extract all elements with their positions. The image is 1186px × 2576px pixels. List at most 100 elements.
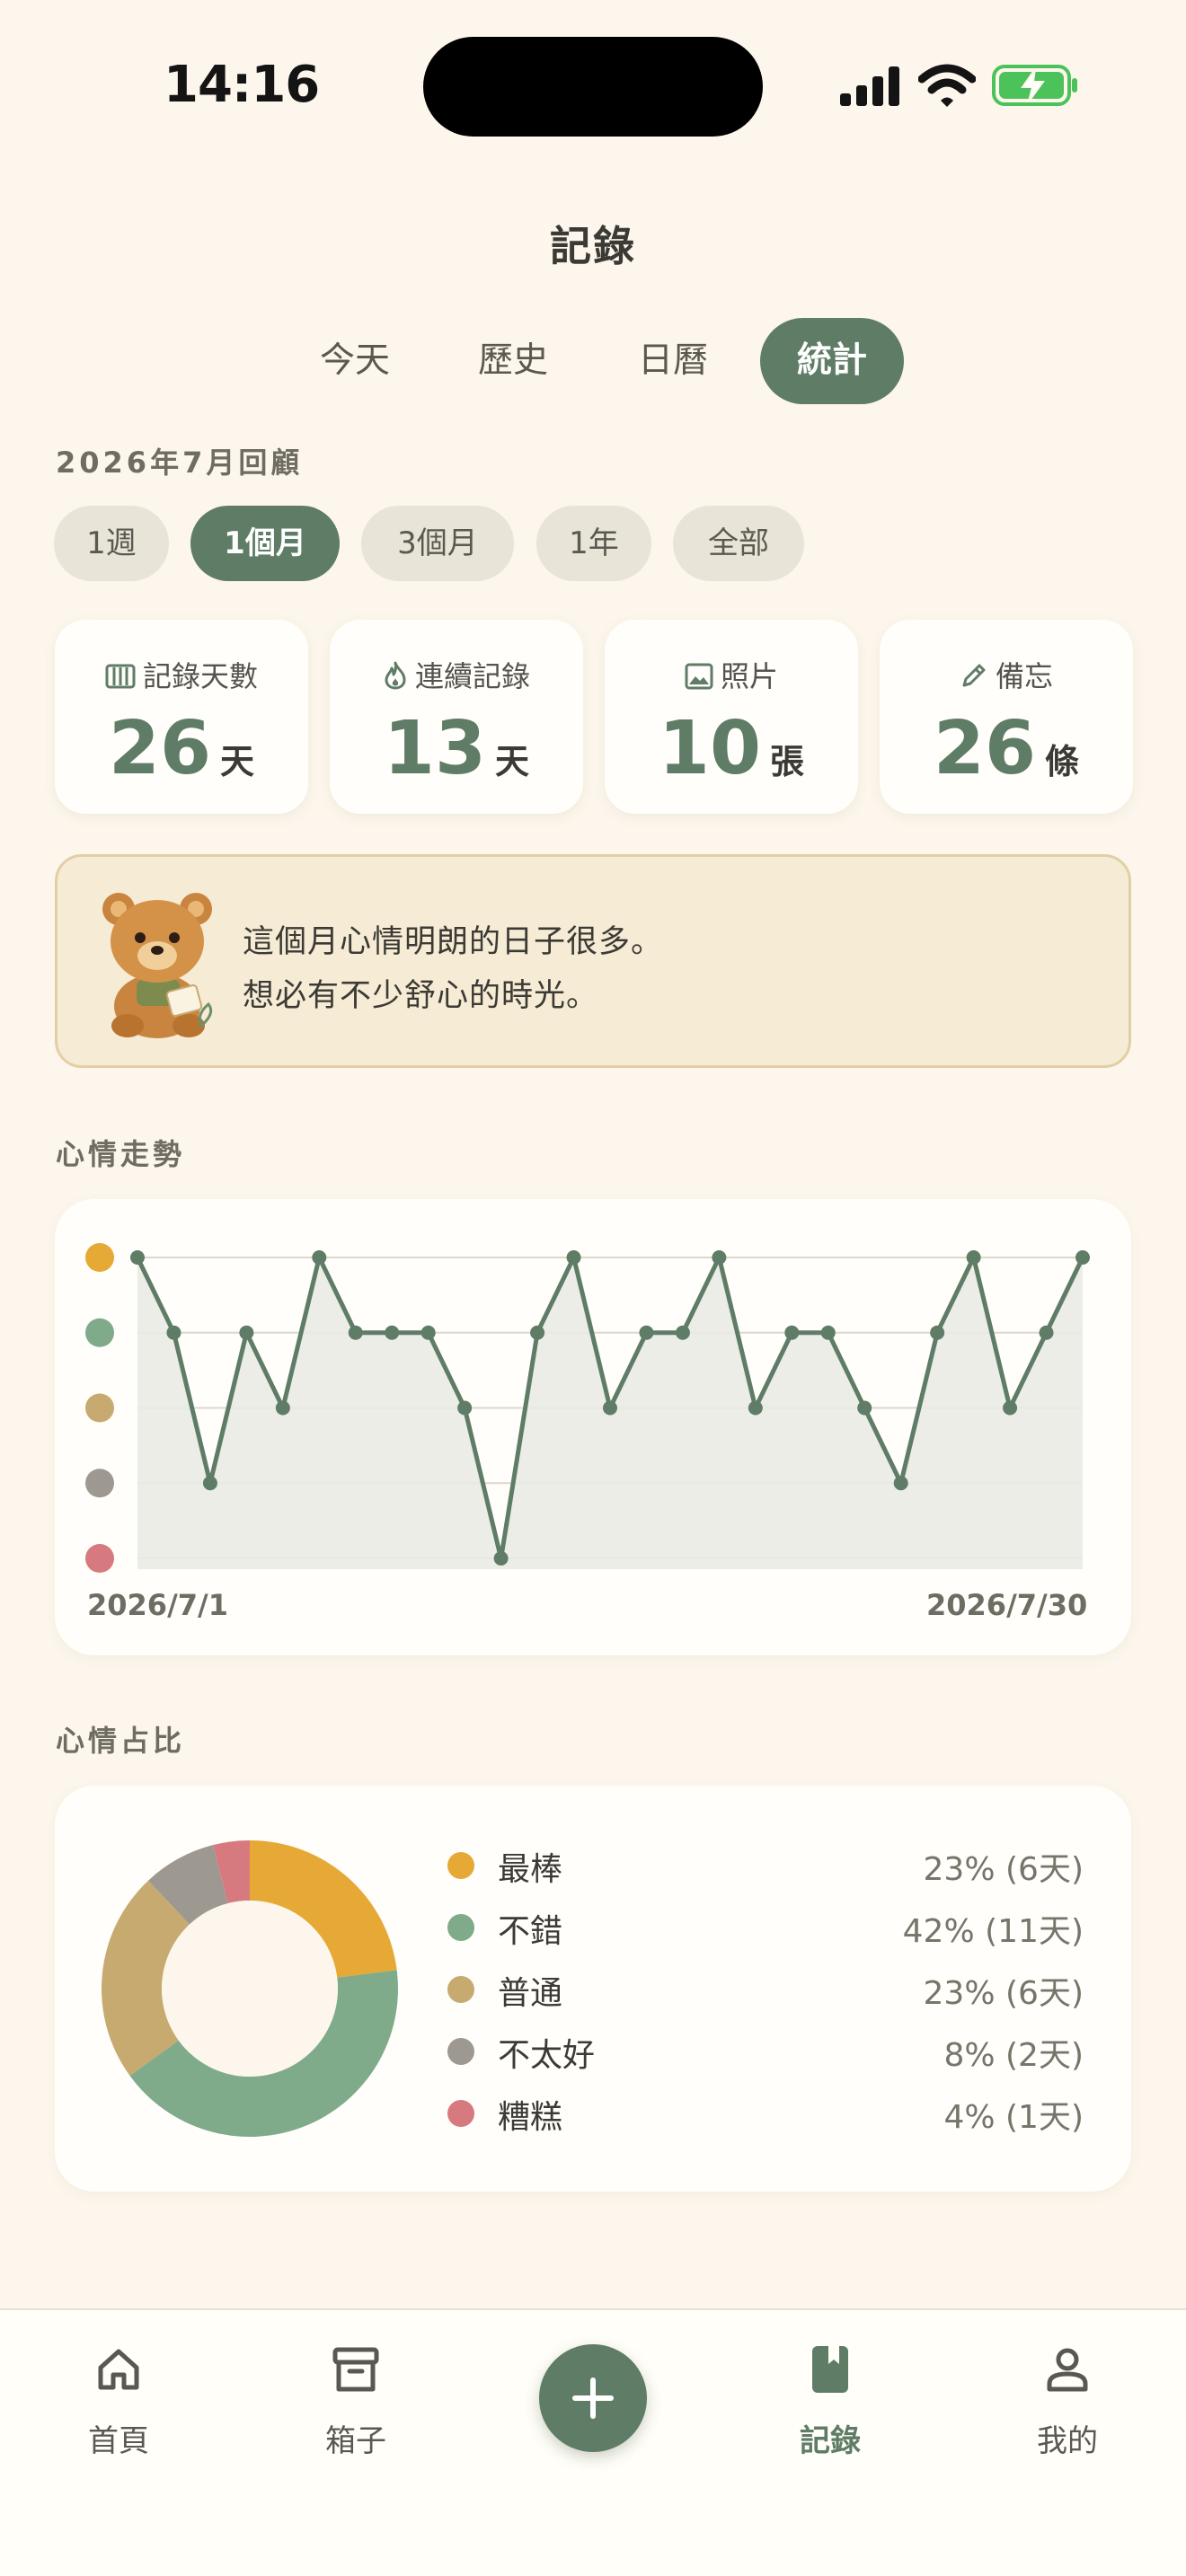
stat-value: 13 <box>383 706 487 791</box>
trend-point <box>420 1325 436 1340</box>
trend-point <box>530 1325 545 1340</box>
stat-label: 記錄天數 <box>142 659 258 693</box>
add-record-button[interactable] <box>539 2344 647 2452</box>
legend-row-not-good: 不太好 8% (2天) <box>444 2024 1084 2078</box>
trend-point <box>385 1325 400 1340</box>
message-line-1: 這個月心情明朗的日子很多。 <box>243 924 664 960</box>
review-title: 2026年7月回顧 <box>56 446 304 480</box>
ratio-section-title: 心情占比 <box>56 1724 186 1758</box>
legend-name: 不太好 <box>498 2037 596 2074</box>
person-icon <box>1047 2348 1088 2392</box>
barcode-icon <box>105 664 136 689</box>
nav-profile[interactable]: 我的 <box>978 2335 1157 2479</box>
legend-row-bad: 糟糕 4% (1天) <box>444 2086 1084 2139</box>
mood-level-dot <box>85 1243 114 1272</box>
message-line-2: 想必有不少舒心的時光。 <box>243 978 599 1014</box>
mood-level-dot <box>85 1318 114 1347</box>
stat-unit: 天 <box>495 742 530 781</box>
mood-level-dot <box>85 1544 114 1573</box>
legend-row-good: 不錯 42% (11天) <box>444 1900 1084 1954</box>
nav-label: 首頁 <box>88 2423 149 2459</box>
trend-point <box>712 1250 727 1265</box>
trend-point <box>966 1250 981 1265</box>
nav-label: 記錄 <box>800 2423 861 2459</box>
stat-label: 照片 <box>720 659 778 693</box>
trend-point <box>130 1250 145 1265</box>
trend-point <box>675 1325 690 1340</box>
range-3-months[interactable]: 3個月 <box>361 506 514 581</box>
trend-point <box>639 1325 654 1340</box>
stat-card-streak: 連續記錄 13 天 <box>330 620 583 814</box>
plus-icon <box>572 2378 614 2419</box>
trend-point <box>166 1325 181 1340</box>
legend-value: 23% (6天) <box>923 1975 1084 2012</box>
teddy-bear-icon <box>102 893 213 1038</box>
legend-dot <box>447 1914 474 1941</box>
tab-today[interactable]: 今天 <box>288 318 422 404</box>
range-1-year[interactable]: 1年 <box>536 506 651 581</box>
trend-end-date: 2026/7/30 <box>926 1588 1088 1622</box>
trend-point <box>457 1400 473 1416</box>
legend-name: 最棒 <box>498 1851 563 1888</box>
legend-value: 42% (11天) <box>902 1913 1084 1950</box>
stat-value: 26 <box>108 706 212 791</box>
stat-card-photos: 照片 10 張 <box>605 620 858 814</box>
trend-section-title: 心情走勢 <box>56 1137 186 1171</box>
stat-value: 10 <box>658 706 762 791</box>
battery-charging-icon <box>992 65 1077 106</box>
range-1-month[interactable]: 1個月 <box>190 506 340 581</box>
flame-icon <box>385 661 406 690</box>
stat-value: 26 <box>933 706 1037 791</box>
tab-calendar[interactable]: 日曆 <box>606 318 740 404</box>
cellular-signal-icon <box>840 66 899 106</box>
status-time: 14:16 <box>164 56 320 114</box>
legend-dot <box>447 1852 474 1879</box>
range-all[interactable]: 全部 <box>673 506 804 581</box>
mood-trend-chart <box>85 1243 1090 1573</box>
legend-row-best: 最棒 23% (6天) <box>444 1838 1084 1892</box>
range-1-week[interactable]: 1週 <box>54 506 169 581</box>
tab-statistics[interactable]: 統計 <box>760 318 904 404</box>
nav-records[interactable]: 記錄 <box>740 2335 920 2479</box>
legend-dot <box>447 2100 474 2127</box>
tab-history[interactable]: 歷史 <box>446 318 580 404</box>
mood-level-dot <box>85 1469 114 1498</box>
legend-value: 23% (6天) <box>923 1851 1084 1888</box>
donut-hole <box>162 1901 338 2077</box>
trend-point <box>784 1325 800 1340</box>
trend-point <box>348 1325 363 1340</box>
trend-point <box>930 1325 945 1340</box>
legend-name: 普通 <box>498 1975 563 2012</box>
wifi-icon <box>918 64 976 107</box>
archive-box-icon <box>332 2347 379 2392</box>
nav-boxes[interactable]: 箱子 <box>266 2335 446 2479</box>
trend-point <box>603 1400 617 1416</box>
home-icon <box>98 2349 139 2390</box>
nav-label: 箱子 <box>325 2423 386 2459</box>
legend-name: 不錯 <box>498 1913 563 1950</box>
stat-unit: 張 <box>770 742 805 781</box>
legend-name: 糟糕 <box>498 2099 563 2136</box>
trend-point <box>275 1400 290 1416</box>
stat-unit: 條 <box>1045 742 1080 781</box>
stat-card-memos: 備忘 26 條 <box>880 620 1133 814</box>
legend-dot <box>447 2038 474 2065</box>
trend-start-date: 2026/7/1 <box>87 1588 228 1622</box>
trend-point <box>857 1400 872 1416</box>
mood-level-dot <box>85 1393 114 1423</box>
trend-point <box>893 1476 908 1491</box>
legend-dot <box>447 1976 474 2003</box>
dynamic-island <box>423 37 763 137</box>
mood-donut-chart <box>102 1840 398 2137</box>
legend-value: 4% (1天) <box>943 2099 1084 2136</box>
trend-point <box>820 1325 836 1340</box>
legend-row-normal: 普通 23% (6天) <box>444 1962 1084 2016</box>
nav-label: 我的 <box>1037 2423 1098 2459</box>
stat-card-record-days: 記錄天數 26 天 <box>55 620 308 814</box>
pencil-icon <box>962 664 986 687</box>
nav-home[interactable]: 首頁 <box>29 2335 208 2479</box>
bookmark-book-icon <box>812 2346 848 2393</box>
trend-point <box>566 1250 581 1265</box>
trend-point <box>1075 1250 1090 1265</box>
stat-unit: 天 <box>220 742 255 781</box>
